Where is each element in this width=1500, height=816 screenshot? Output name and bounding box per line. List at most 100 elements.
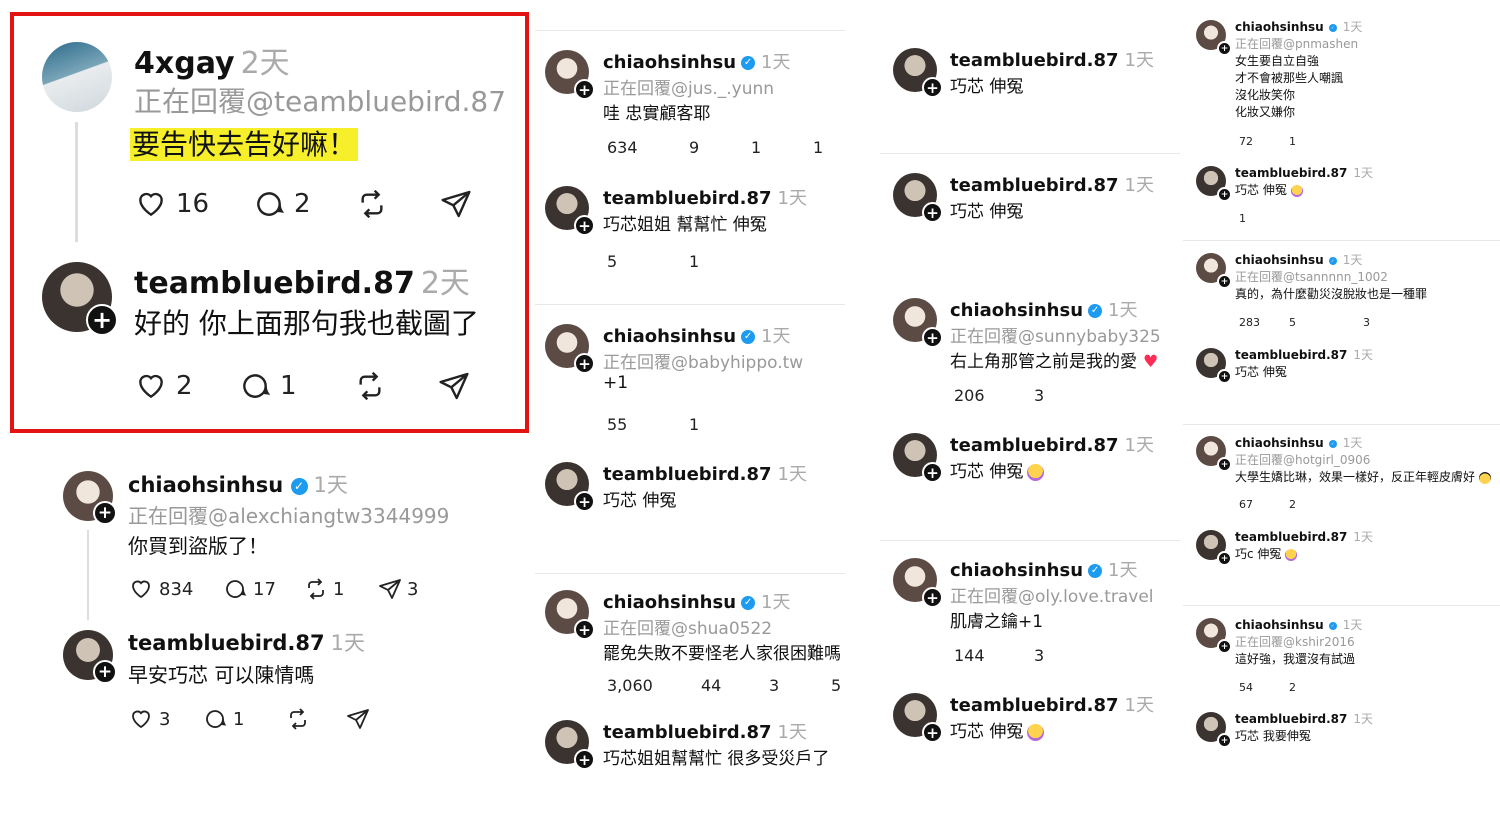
comment-button[interactable]: 2 — [1285, 498, 1323, 511]
follow-plus-icon[interactable]: + — [93, 660, 117, 684]
follow-plus-icon[interactable]: + — [1217, 551, 1232, 566]
follow-plus-icon[interactable]: + — [1217, 457, 1232, 472]
like-button[interactable]: 834 — [128, 577, 222, 601]
follow-plus-icon[interactable]: + — [574, 79, 595, 100]
follow-plus-icon[interactable]: + — [1217, 41, 1232, 56]
username-text[interactable]: chiaohsinhsu — [603, 52, 736, 73]
username[interactable]: teambluebird.87 1天 — [950, 171, 1154, 197]
like-button[interactable]: 144 — [950, 646, 1030, 665]
share-button[interactable] — [346, 707, 370, 731]
follow-plus-icon[interactable]: + — [1217, 274, 1232, 289]
username-text[interactable]: chiaohsinhsu — [1235, 618, 1324, 632]
follow-plus-icon[interactable]: + — [93, 501, 117, 525]
username[interactable]: chiaohsinhsu ✓ 1天 — [950, 556, 1137, 582]
username-text[interactable]: chiaohsinhsu — [1235, 436, 1324, 450]
username[interactable]: teambluebird.87 1天 — [950, 691, 1154, 717]
username[interactable]: chiaohsinhsu ✓ 1天 — [603, 588, 790, 614]
like-button[interactable]: 54 — [1235, 681, 1285, 694]
like-button[interactable]: 55 — [603, 415, 685, 434]
username-text[interactable]: teambluebird.87 — [1235, 530, 1347, 544]
username-text[interactable]: chiaohsinhsu — [1235, 253, 1324, 267]
username-text[interactable]: teambluebird.87 — [950, 435, 1119, 456]
comment-button[interactable]: 1 — [202, 707, 286, 731]
username-text[interactable]: chiaohsinhsu — [950, 560, 1083, 581]
like-button[interactable]: 634 — [603, 138, 685, 157]
username-text[interactable]: teambluebird.87 — [950, 175, 1119, 196]
username[interactable]: teambluebird.87 1天 — [1235, 710, 1373, 727]
username-text[interactable]: teambluebird.87 — [950, 695, 1119, 716]
comment-button[interactable]: 3 — [1030, 646, 1102, 665]
username-text[interactable]: teambluebird.87 — [128, 631, 325, 655]
username[interactable]: teambluebird.87 1天 — [950, 431, 1154, 457]
comment-button[interactable]: 1 — [685, 252, 747, 271]
reply-to[interactable]: 正在回覆@oly.love.travel — [950, 582, 1154, 607]
reply-to[interactable]: 正在回覆@babyhippo.tw — [603, 348, 803, 373]
username-text[interactable]: chiaohsinhsu — [950, 300, 1083, 321]
username[interactable]: chiaohsinhsu ✓ 1天 — [950, 296, 1137, 322]
username-text[interactable]: chiaohsinhsu — [128, 473, 283, 497]
follow-plus-icon[interactable]: + — [922, 77, 943, 98]
like-button[interactable]: 72 — [1235, 135, 1285, 148]
repost-button[interactable]: 1 — [747, 138, 809, 157]
username[interactable]: teambluebird.87 1天 — [603, 718, 807, 744]
like-button[interactable]: 283 — [1235, 316, 1285, 329]
username[interactable]: teambluebird.87 1天 — [1235, 346, 1373, 363]
share-button[interactable]: 1 — [809, 138, 859, 157]
follow-plus-icon[interactable]: + — [1217, 639, 1232, 654]
username[interactable]: teambluebird.87 1天 — [603, 460, 807, 486]
follow-plus-icon[interactable]: + — [1217, 733, 1232, 748]
follow-plus-icon[interactable]: + — [574, 749, 595, 770]
username-text[interactable]: teambluebird.87 — [603, 188, 772, 209]
like-button[interactable]: 3,060 — [603, 676, 697, 695]
username-text[interactable]: teambluebird.87 — [1235, 166, 1347, 180]
username-text[interactable]: teambluebird.87 — [950, 50, 1119, 71]
comment-button[interactable]: 1 — [1285, 135, 1323, 148]
reply-to[interactable]: 正在回覆@pnmashen — [1235, 35, 1358, 52]
comment-button[interactable]: 5 — [1285, 316, 1323, 329]
comment-button[interactable]: 17 — [222, 577, 304, 601]
follow-plus-icon[interactable]: + — [1217, 369, 1232, 384]
follow-plus-icon[interactable]: + — [1217, 187, 1232, 202]
comment-button[interactable]: 3 — [1030, 386, 1102, 405]
username[interactable]: teambluebird.87 1天 — [128, 627, 365, 657]
reply-to[interactable]: 正在回覆@tsannnnn_1002 — [1235, 268, 1388, 285]
username-text[interactable]: teambluebird.87 — [603, 722, 772, 743]
follow-plus-icon[interactable]: + — [922, 587, 943, 608]
username-text[interactable]: teambluebird.87 — [1235, 712, 1347, 726]
reply-to[interactable]: 正在回覆@alexchiangtw3344999 — [128, 500, 449, 529]
share-button[interactable]: 3 — [378, 577, 418, 601]
repost-button[interactable]: 3 — [765, 676, 827, 695]
reply-to[interactable]: 正在回覆@shua0522 — [603, 614, 772, 639]
comment-button[interactable]: 9 — [685, 138, 747, 157]
username-text[interactable]: teambluebird.87 — [603, 464, 772, 485]
like-button[interactable]: 3 — [128, 707, 202, 731]
like-button[interactable]: 206 — [950, 386, 1030, 405]
reply-to[interactable]: 正在回覆@kshir2016 — [1235, 633, 1355, 650]
username[interactable]: chiaohsinhsu ✓ 1天 — [1235, 434, 1362, 451]
comment-button[interactable]: 2 — [1285, 681, 1323, 694]
username[interactable]: chiaohsinhsu ✓ 1天 — [603, 48, 790, 74]
username[interactable]: chiaohsinhsu ✓ 1天 — [1235, 251, 1362, 268]
like-button[interactable]: 67 — [1235, 498, 1285, 511]
repost-button[interactable]: 1 — [304, 577, 378, 601]
username-text[interactable]: chiaohsinhsu — [1235, 20, 1324, 34]
follow-plus-icon[interactable]: + — [922, 462, 943, 483]
username-text[interactable]: chiaohsinhsu — [603, 326, 736, 347]
follow-plus-icon[interactable]: + — [574, 491, 595, 512]
username[interactable]: teambluebird.87 1天 — [603, 184, 807, 210]
follow-plus-icon[interactable]: + — [574, 619, 595, 640]
username[interactable]: teambluebird.87 1天 — [1235, 528, 1373, 545]
share-button[interactable]: 3 — [1359, 316, 1389, 329]
reply-to[interactable]: 正在回覆@jus._.yunn — [603, 74, 774, 99]
like-button[interactable]: 5 — [603, 252, 685, 271]
follow-plus-icon[interactable]: + — [574, 215, 595, 236]
username-text[interactable]: chiaohsinhsu — [603, 592, 736, 613]
share-button[interactable]: 5 — [827, 676, 877, 695]
reply-to[interactable]: 正在回覆@hotgirl_0906 — [1235, 451, 1370, 468]
username-text[interactable]: teambluebird.87 — [1235, 348, 1347, 362]
username[interactable]: chiaohsinhsu ✓ 1天 — [1235, 616, 1362, 633]
like-button[interactable]: 1 — [1235, 212, 1285, 225]
follow-plus-icon[interactable]: + — [574, 353, 595, 374]
username[interactable]: chiaohsinhsu ✓ 1天 — [603, 322, 790, 348]
follow-plus-icon[interactable]: + — [922, 327, 943, 348]
